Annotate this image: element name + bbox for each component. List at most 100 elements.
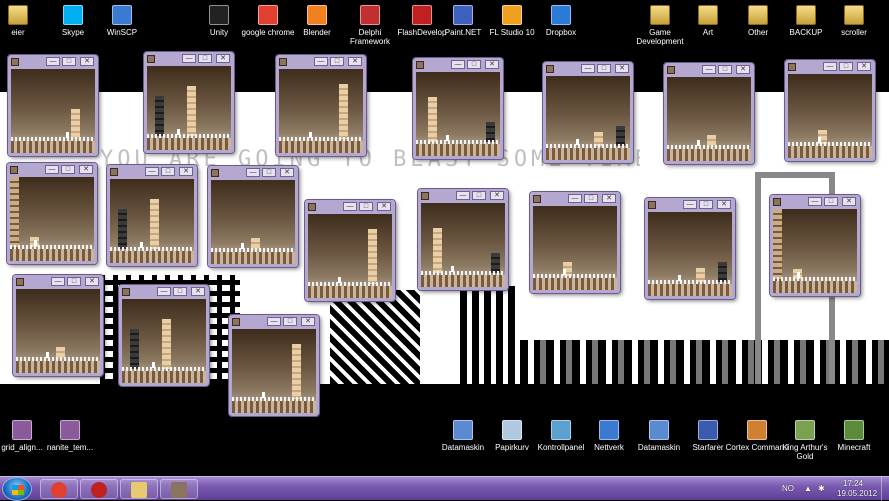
game-window[interactable]: — □ ✕ (645, 198, 735, 299)
minimize-button[interactable]: — (314, 57, 328, 66)
desktop-icon[interactable]: nanite_tem... (38, 420, 102, 452)
close-button[interactable]: ✕ (857, 62, 871, 71)
minimize-button[interactable]: — (456, 191, 470, 200)
close-button[interactable]: ✕ (842, 197, 856, 206)
game-viewport[interactable] (11, 69, 95, 153)
window-titlebar[interactable]: — □ ✕ (229, 316, 319, 328)
game-window[interactable]: — □ ✕ (305, 200, 395, 301)
app-icon[interactable] (232, 318, 240, 326)
minimize-button[interactable]: — (683, 200, 697, 209)
game-viewport[interactable] (648, 212, 732, 296)
app-icon[interactable] (788, 63, 796, 71)
minimize-button[interactable]: — (145, 167, 159, 176)
app-icon[interactable] (546, 65, 554, 73)
maximize-button[interactable]: □ (67, 277, 81, 286)
maximize-button[interactable]: □ (198, 54, 212, 63)
desktop-icon[interactable]: Dropbox (529, 5, 593, 37)
app-icon[interactable] (416, 61, 424, 69)
maximize-button[interactable]: □ (699, 200, 713, 209)
maximize-button[interactable]: □ (262, 168, 276, 177)
game-viewport[interactable] (546, 76, 630, 160)
app-icon[interactable] (16, 278, 24, 286)
close-button[interactable]: ✕ (602, 194, 616, 203)
game-window[interactable]: — □ ✕ (229, 315, 319, 416)
minimize-button[interactable]: — (581, 64, 595, 73)
game-viewport[interactable] (773, 209, 857, 293)
minimize-button[interactable]: — (45, 165, 59, 174)
window-titlebar[interactable]: — □ ✕ (305, 201, 395, 213)
maximize-button[interactable]: □ (824, 197, 838, 206)
clock-time[interactable]: 17:24 (843, 479, 863, 488)
game-window[interactable]: — □ ✕ (785, 60, 875, 161)
game-window[interactable]: — □ ✕ (418, 189, 508, 290)
tray-arrow-icon[interactable]: ▲ (804, 484, 812, 493)
minimize-button[interactable]: — (823, 62, 837, 71)
maximize-button[interactable]: □ (359, 202, 373, 211)
taskbar-button[interactable] (160, 479, 198, 499)
maximize-button[interactable]: □ (173, 287, 187, 296)
app-icon[interactable] (211, 169, 219, 177)
close-button[interactable]: ✕ (717, 200, 731, 209)
maximize-button[interactable]: □ (61, 165, 75, 174)
maximize-button[interactable]: □ (839, 62, 853, 71)
minimize-button[interactable]: — (51, 277, 65, 286)
close-button[interactable]: ✕ (490, 191, 504, 200)
taskbar-button[interactable] (80, 479, 118, 499)
game-window[interactable]: — □ ✕ (208, 166, 298, 267)
window-titlebar[interactable]: — □ ✕ (8, 56, 98, 68)
window-titlebar[interactable]: — □ ✕ (785, 61, 875, 73)
minimize-button[interactable]: — (267, 317, 281, 326)
window-titlebar[interactable]: — □ ✕ (144, 53, 234, 65)
app-icon[interactable] (122, 288, 130, 296)
app-icon[interactable] (533, 195, 541, 203)
app-icon[interactable] (648, 201, 656, 209)
clock-date[interactable]: 19.05.2012 (837, 489, 877, 498)
minimize-button[interactable]: — (246, 168, 260, 177)
close-button[interactable]: ✕ (79, 165, 93, 174)
game-window[interactable]: — □ ✕ (107, 165, 197, 266)
game-viewport[interactable] (308, 214, 392, 298)
minimize-button[interactable]: — (182, 54, 196, 63)
maximize-button[interactable]: □ (330, 57, 344, 66)
window-titlebar[interactable]: — □ ✕ (208, 167, 298, 179)
close-button[interactable]: ✕ (301, 317, 315, 326)
window-titlebar[interactable]: — □ ✕ (543, 63, 633, 75)
app-icon[interactable] (667, 66, 675, 74)
game-viewport[interactable] (110, 179, 194, 263)
game-viewport[interactable] (788, 74, 872, 158)
game-window[interactable]: — □ ✕ (7, 163, 97, 264)
window-titlebar[interactable]: — □ ✕ (530, 193, 620, 205)
start-button[interactable] (2, 477, 32, 501)
app-icon[interactable] (11, 58, 19, 66)
close-button[interactable]: ✕ (615, 64, 629, 73)
game-viewport[interactable] (16, 289, 100, 373)
minimize-button[interactable]: — (157, 287, 171, 296)
minimize-button[interactable]: — (702, 65, 716, 74)
taskbar-button[interactable] (120, 479, 158, 499)
desktop-icon[interactable]: scroller (822, 5, 886, 37)
minimize-button[interactable]: — (46, 57, 60, 66)
game-viewport[interactable] (667, 77, 751, 161)
game-window[interactable]: — □ ✕ (664, 63, 754, 164)
maximize-button[interactable]: □ (161, 167, 175, 176)
game-window[interactable]: — □ ✕ (530, 192, 620, 293)
minimize-button[interactable]: — (568, 194, 582, 203)
network-tray-icon[interactable]: ✱ (818, 484, 825, 493)
game-window[interactable]: — □ ✕ (770, 195, 860, 296)
close-button[interactable]: ✕ (348, 57, 362, 66)
app-icon[interactable] (10, 166, 18, 174)
window-titlebar[interactable]: — □ ✕ (13, 276, 103, 288)
game-viewport[interactable] (279, 69, 363, 153)
game-viewport[interactable] (232, 329, 316, 413)
app-icon[interactable] (147, 55, 155, 63)
maximize-button[interactable]: □ (467, 60, 481, 69)
desktop-icon[interactable]: WinSCP (90, 5, 154, 37)
desktop-icon[interactable]: Minecraft (822, 420, 886, 452)
close-button[interactable]: ✕ (191, 287, 205, 296)
window-titlebar[interactable]: — □ ✕ (770, 196, 860, 208)
game-viewport[interactable] (421, 203, 505, 287)
minimize-button[interactable]: — (343, 202, 357, 211)
window-titlebar[interactable]: — □ ✕ (7, 164, 97, 176)
close-button[interactable]: ✕ (216, 54, 230, 63)
game-viewport[interactable] (10, 177, 94, 261)
